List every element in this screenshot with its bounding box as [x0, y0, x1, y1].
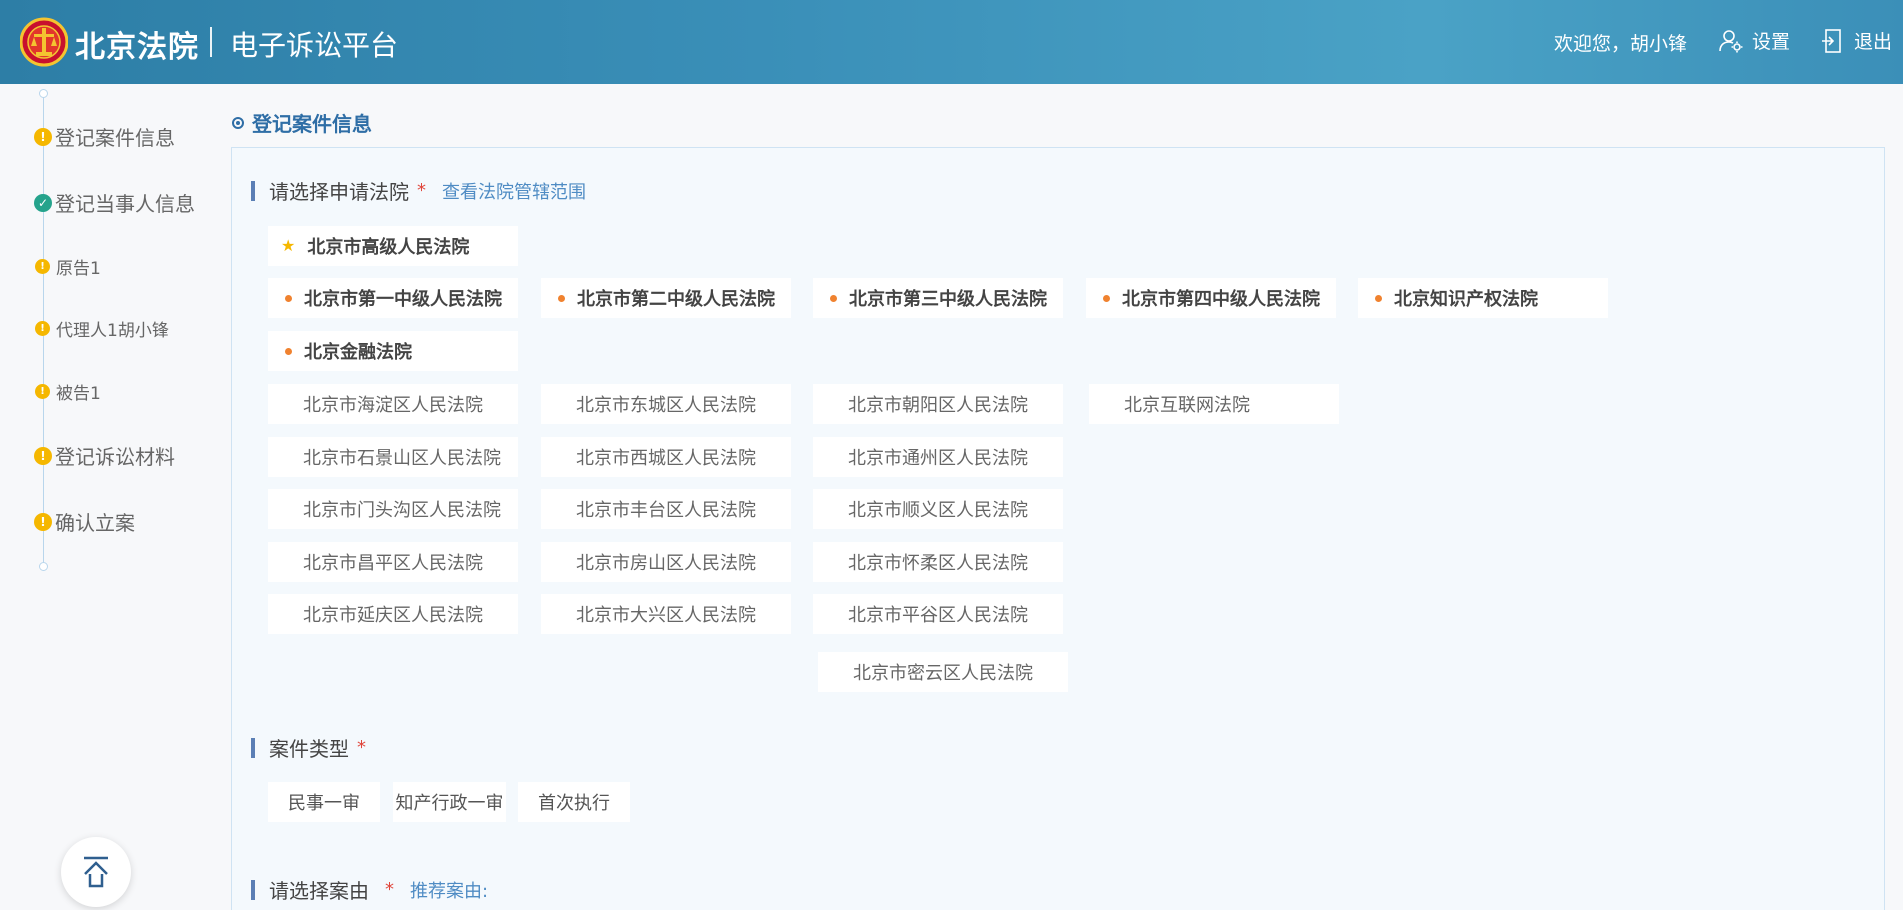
arrow-up-icon	[84, 856, 108, 888]
court-option-district[interactable]: 北京市丰台区人民法院	[541, 489, 791, 529]
step-label: 原告1	[56, 259, 101, 279]
title-bar	[251, 879, 255, 900]
court-option-district[interactable]: 北京市石景山区人民法院	[268, 437, 518, 477]
brand-title: 北京法院	[75, 30, 199, 65]
timeline-bottom-cap	[39, 562, 48, 571]
court-option-district[interactable]: 北京市平谷区人民法院	[813, 594, 1063, 634]
court-option-intermediate-4[interactable]: 北京市第四中级人民法院	[1086, 278, 1336, 318]
court-option-finance[interactable]: 北京金融法院	[268, 331, 518, 371]
court-option-intermediate-2[interactable]: 北京市第二中级人民法院	[541, 278, 791, 318]
step-sidebar: ! 登记案件信息 ✓ 登记当事人信息 ! 原告1 ! 代理人1胡小锋 ! 被告1…	[0, 84, 210, 910]
logout-label: 退出	[1854, 31, 1893, 53]
step-register-materials[interactable]: ! 登记诉讼材料	[34, 441, 175, 470]
court-option-district[interactable]: 北京市密云区人民法院	[818, 652, 1068, 692]
court-option-district[interactable]: 北京市延庆区人民法院	[268, 594, 518, 634]
step-label: 登记当事人信息	[55, 192, 195, 216]
step-register-party-info[interactable]: ✓ 登记当事人信息	[34, 188, 195, 217]
court-option-district[interactable]: 北京市昌平区人民法院	[268, 542, 518, 582]
required-mark: *	[357, 737, 366, 758]
warning-icon: !	[34, 446, 52, 465]
court-option-internet[interactable]: 北京互联网法院	[1089, 384, 1339, 424]
court-option-district[interactable]: 北京市东城区人民法院	[541, 384, 791, 424]
warning-icon: !	[35, 321, 50, 336]
court-option-ip[interactable]: 北京知识产权法院	[1358, 278, 1608, 318]
dot-icon	[830, 294, 837, 302]
step-confirm-filing[interactable]: ! 确认立案	[34, 507, 135, 536]
step-label: 登记案件信息	[55, 126, 175, 150]
title-bar	[251, 180, 255, 201]
court-emblem-icon	[20, 17, 68, 67]
court-option-district[interactable]: 北京市怀柔区人民法院	[813, 542, 1063, 582]
step-defendant-1[interactable]: ! 被告1	[35, 379, 101, 404]
dot-icon	[285, 294, 292, 302]
dot-icon	[558, 294, 565, 302]
case-type-first-execution[interactable]: 首次执行	[518, 782, 630, 822]
back-to-top-button[interactable]	[61, 837, 131, 907]
court-option-district[interactable]: 北京市顺义区人民法院	[813, 489, 1063, 529]
welcome-text: 欢迎您，胡小锋	[1554, 33, 1688, 55]
radio-marker-icon	[232, 116, 244, 129]
case-type-ip-admin-first[interactable]: 知产行政一审	[393, 782, 506, 822]
user-settings-icon	[1719, 29, 1743, 52]
court-option-district[interactable]: 北京市西城区人民法院	[541, 437, 791, 477]
top-header: 北京法院 电子诉讼平台 欢迎您，胡小锋 设置 退出	[0, 0, 1903, 84]
step-label: 代理人1胡小锋	[56, 321, 169, 341]
step-label: 被告1	[56, 384, 101, 404]
logout-button[interactable]: 退出	[1820, 27, 1892, 54]
court-option-district[interactable]: 北京市海淀区人民法院	[268, 384, 518, 424]
timeline-top-cap	[39, 89, 48, 98]
court-option-intermediate-1[interactable]: 北京市第一中级人民法院	[268, 278, 518, 318]
settings-label: 设置	[1752, 31, 1791, 53]
case-type-group-title: 案件类型 *	[251, 733, 366, 762]
court-option-district[interactable]: 北京市大兴区人民法院	[541, 594, 791, 634]
step-agent-1[interactable]: ! 代理人1胡小锋	[35, 316, 169, 341]
recommended-cause-link[interactable]: 推荐案由:	[410, 877, 488, 903]
platform-subtitle: 电子诉讼平台	[230, 29, 399, 62]
dot-icon	[285, 347, 292, 355]
cause-group-title: 请选择案由 * 推荐案由:	[251, 875, 488, 904]
court-option-intermediate-3[interactable]: 北京市第三中级人民法院	[813, 278, 1063, 318]
court-option-high[interactable]: ★ 北京市高级人民法院	[268, 226, 518, 266]
title-bar	[251, 737, 255, 758]
court-jurisdiction-link[interactable]: 查看法院管辖范围	[442, 178, 586, 204]
warning-icon: !	[35, 259, 50, 274]
step-label: 确认立案	[55, 511, 135, 535]
step-plaintiff-1[interactable]: ! 原告1	[35, 254, 101, 279]
logout-icon	[1822, 28, 1841, 53]
court-option-district[interactable]: 北京市朝阳区人民法院	[813, 384, 1063, 424]
star-icon: ★	[281, 236, 296, 255]
court-option-district[interactable]: 北京市门头沟区人民法院	[268, 489, 518, 529]
warning-icon: !	[34, 127, 52, 146]
required-mark: *	[385, 879, 394, 900]
dot-icon	[1103, 294, 1110, 302]
settings-button[interactable]: 设置	[1718, 27, 1790, 54]
dot-icon	[1375, 294, 1382, 302]
court-group-title: 请选择申请法院 * 查看法院管辖范围	[251, 176, 586, 205]
section-title: 登记案件信息	[232, 108, 372, 137]
case-type-civil-first[interactable]: 民事一审	[268, 782, 380, 822]
brand-divider	[210, 27, 212, 57]
required-mark: *	[417, 180, 426, 201]
check-icon: ✓	[34, 193, 52, 212]
step-register-case-info[interactable]: ! 登记案件信息	[34, 122, 175, 151]
court-option-district[interactable]: 北京市房山区人民法院	[541, 542, 791, 582]
step-label: 登记诉讼材料	[55, 445, 175, 469]
warning-icon: !	[34, 512, 52, 531]
court-option-district[interactable]: 北京市通州区人民法院	[813, 437, 1063, 477]
warning-icon: !	[35, 384, 50, 399]
